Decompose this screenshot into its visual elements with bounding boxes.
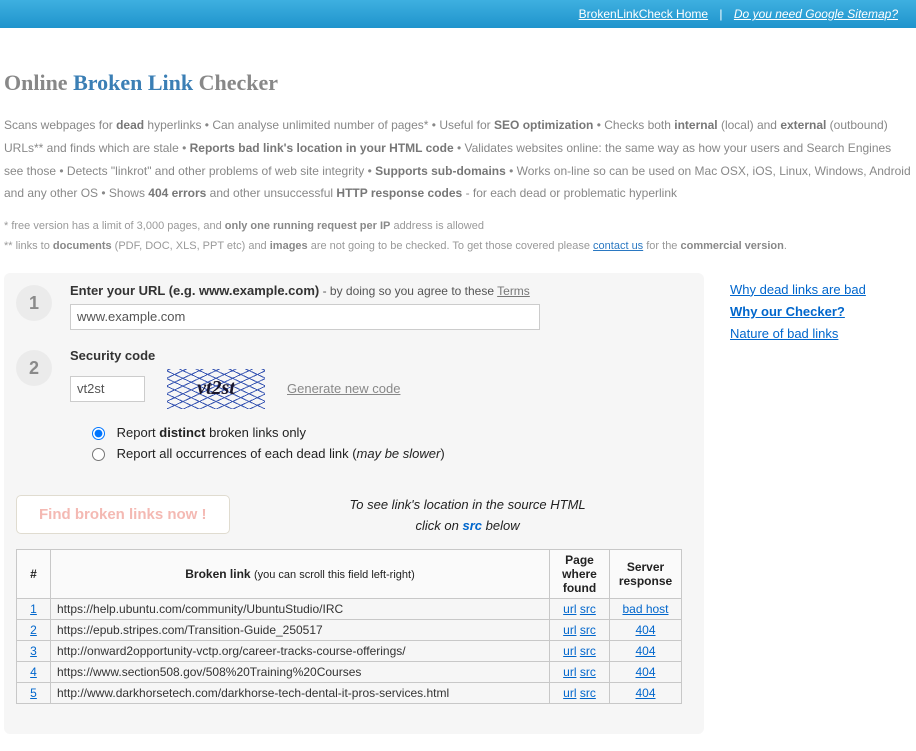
security-code-input[interactable]	[70, 376, 145, 402]
row-number-link[interactable]: 4	[30, 665, 37, 679]
broken-link-cell: http://www.darkhorsetech.com/darkhorse-t…	[51, 682, 550, 703]
row-number-link[interactable]: 2	[30, 623, 37, 637]
captcha-image: vt2st	[167, 369, 265, 409]
server-response-link[interactable]: 404	[635, 686, 655, 700]
side-links: Why dead links are badWhy our Checker?Na…	[704, 273, 912, 345]
separator: |	[711, 7, 730, 21]
radio-all[interactable]: Report all occurrences of each dead link…	[92, 446, 445, 461]
row-number-link[interactable]: 5	[30, 686, 37, 700]
page-url-link[interactable]: url	[563, 665, 576, 679]
page-src-link[interactable]: src	[580, 665, 596, 679]
server-response-link[interactable]: 404	[635, 623, 655, 637]
side-link[interactable]: Why dead links are bad	[730, 279, 912, 301]
broken-link-cell: https://epub.stripes.com/Transition-Guid…	[51, 619, 550, 640]
step-2-badge: 2	[16, 350, 52, 386]
broken-link-cell: https://help.ubuntu.com/community/Ubuntu…	[51, 598, 550, 619]
row-number-link[interactable]: 3	[30, 644, 37, 658]
footnote-documents: ** links to documents (PDF, DOC, XLS, PP…	[4, 237, 912, 257]
step-1-badge: 1	[16, 285, 52, 321]
top-bar: BrokenLinkCheck Home | Do you need Googl…	[0, 0, 916, 28]
table-row: 1 https://help.ubuntu.com/community/Ubunt…	[17, 598, 682, 619]
step-1-label: Enter your URL (e.g. www.example.com) - …	[70, 283, 682, 298]
page-src-link[interactable]: src	[580, 623, 596, 637]
header-broken-link: Broken link (you can scroll this field l…	[51, 549, 550, 598]
terms-link[interactable]: Terms	[497, 284, 530, 298]
header-number: #	[17, 549, 51, 598]
broken-link-cell: http://onward2opportunity-vctp.org/caree…	[51, 640, 550, 661]
results-table: # Broken link (you can scroll this field…	[16, 549, 682, 704]
table-row: 5 http://www.darkhorsetech.com/darkhorse-…	[17, 682, 682, 703]
find-broken-links-button[interactable]: Find broken links now !	[16, 495, 230, 534]
side-link[interactable]: Why our Checker?	[730, 301, 912, 323]
url-input[interactable]	[70, 304, 540, 330]
hint-text: To see link's location in the source HTM…	[230, 495, 586, 537]
server-response-link[interactable]: 404	[635, 644, 655, 658]
side-link[interactable]: Nature of bad links	[730, 323, 912, 345]
page-title: Online Broken Link Checker	[4, 70, 912, 96]
footnote-pages-limit: * free version has a limit of 3,000 page…	[4, 217, 912, 237]
page-src-link[interactable]: src	[580, 686, 596, 700]
header-server-response: Server response	[610, 549, 682, 598]
page-url-link[interactable]: url	[563, 623, 576, 637]
radio-all-input[interactable]	[92, 448, 105, 461]
page-url-link[interactable]: url	[563, 686, 576, 700]
table-row: 4 https://www.section508.gov/508%20Traini…	[17, 661, 682, 682]
server-response-link[interactable]: 404	[635, 665, 655, 679]
row-number-link[interactable]: 1	[30, 602, 37, 616]
contact-us-link[interactable]: contact us	[593, 240, 643, 252]
description: Scans webpages for dead hyperlinks • Can…	[4, 114, 912, 205]
table-row: 3 http://onward2opportunity-vctp.org/care…	[17, 640, 682, 661]
radio-distinct[interactable]: Report distinct broken links only	[92, 425, 306, 440]
radio-distinct-input[interactable]	[92, 427, 105, 440]
page-url-link[interactable]: url	[563, 602, 576, 616]
header-page-found: Page where found	[550, 549, 610, 598]
page-src-link[interactable]: src	[580, 644, 596, 658]
broken-link-cell: https://www.section508.gov/508%20Trainin…	[51, 661, 550, 682]
step-2-label: Security code	[70, 348, 682, 363]
sitemap-link[interactable]: Do you need Google Sitemap?	[734, 7, 898, 21]
server-response-link[interactable]: bad host	[622, 602, 668, 616]
generate-code-link[interactable]: Generate new code	[287, 381, 400, 396]
form-panel: 1 Enter your URL (e.g. www.example.com) …	[4, 273, 704, 734]
page-url-link[interactable]: url	[563, 644, 576, 658]
page-src-link[interactable]: src	[580, 602, 596, 616]
table-row: 2 https://epub.stripes.com/Transition-Gui…	[17, 619, 682, 640]
home-link[interactable]: BrokenLinkCheck Home	[579, 7, 708, 21]
